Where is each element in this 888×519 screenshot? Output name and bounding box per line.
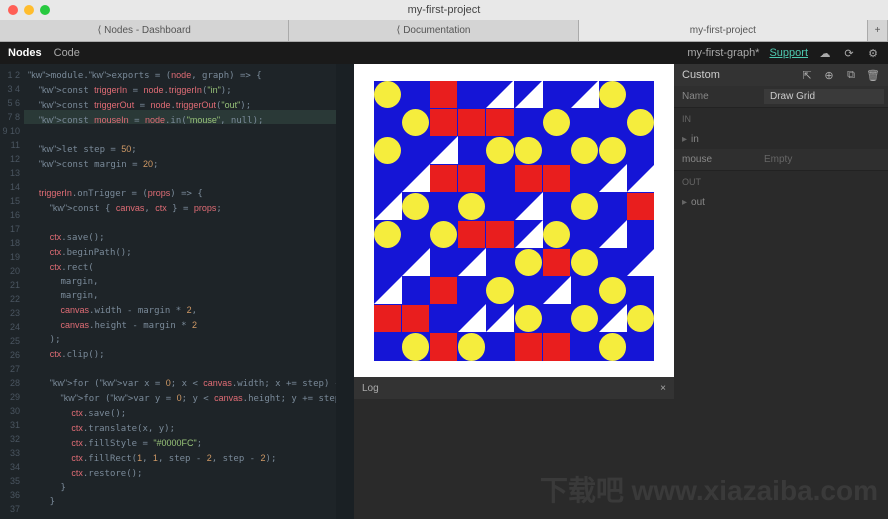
tab-project[interactable]: my-first-project <box>579 20 868 41</box>
in-section-header: IN <box>674 108 888 130</box>
export-icon[interactable]: ⇱ <box>800 68 814 82</box>
window-titlebar: my-first-project <box>0 0 888 20</box>
copy-icon[interactable]: ⧉ <box>844 68 858 82</box>
log-body[interactable] <box>354 399 674 519</box>
log-header: Log × <box>354 377 674 399</box>
cloud-icon[interactable]: ☁ <box>818 46 832 60</box>
port-dot-icon: ▸ <box>682 197 687 208</box>
code-mode-button[interactable]: Code <box>54 47 80 59</box>
mouse-row: mouse Empty <box>674 149 888 171</box>
port-dot-icon: ▸ <box>682 134 687 145</box>
log-close-icon[interactable]: × <box>660 383 666 394</box>
tab-dashboard[interactable]: ⟨ Nodes - Dashboard <box>0 20 289 41</box>
document-tabs: ⟨ Nodes - Dashboard ⟨ Documentation my-f… <box>0 20 888 42</box>
generative-art-grid <box>374 81 654 361</box>
port-in[interactable]: ▸in <box>674 130 888 149</box>
nodes-mode-button[interactable]: Nodes <box>8 47 42 59</box>
mouse-label: mouse <box>674 154 764 165</box>
traffic-lights <box>8 5 50 15</box>
main-area: 1 2 3 4 5 6 7 8 9 10 11 12 13 14 15 16 1… <box>0 64 888 519</box>
port-out[interactable]: ▸out <box>674 193 888 212</box>
app-toolbar: Nodes Code my-first-graph* Support ☁ ⟳ ⚙ <box>0 42 888 64</box>
name-label: Name <box>674 91 764 102</box>
graph-name: my-first-graph* <box>687 47 759 59</box>
canvas-preview <box>354 64 674 377</box>
line-gutter: 1 2 3 4 5 6 7 8 9 10 11 12 13 14 15 16 1… <box>0 64 24 519</box>
close-window-icon[interactable] <box>8 5 18 15</box>
mouse-value: Empty <box>764 154 888 165</box>
sync-icon[interactable]: ⟳ <box>842 46 856 60</box>
inspector-title: Custom <box>682 69 720 81</box>
preview-panel: Log × <box>354 64 674 519</box>
maximize-window-icon[interactable] <box>40 5 50 15</box>
settings-icon[interactable]: ⚙ <box>866 46 880 60</box>
inspector-header: Custom ⇱ ⊕ ⧉ 🗑 <box>674 64 888 86</box>
inspector-panel: Custom ⇱ ⊕ ⧉ 🗑 Name IN ▸in mouse Empty O… <box>674 64 888 519</box>
window-title: my-first-project <box>408 4 481 16</box>
minimap[interactable] <box>336 64 354 519</box>
log-title: Log <box>362 383 379 394</box>
tab-documentation[interactable]: ⟨ Documentation <box>289 20 578 41</box>
name-input[interactable] <box>764 89 884 104</box>
name-row: Name <box>674 86 888 108</box>
minimize-window-icon[interactable] <box>24 5 34 15</box>
new-tab-button[interactable]: + <box>868 20 888 41</box>
add-icon[interactable]: ⊕ <box>822 68 836 82</box>
out-section-header: OUT <box>674 171 888 193</box>
delete-icon[interactable]: 🗑 <box>866 68 880 82</box>
code-editor[interactable]: 1 2 3 4 5 6 7 8 9 10 11 12 13 14 15 16 1… <box>0 64 354 519</box>
support-link[interactable]: Support <box>769 47 808 59</box>
code-content[interactable]: "kw">module."kw">exports = (node, graph)… <box>28 68 334 519</box>
